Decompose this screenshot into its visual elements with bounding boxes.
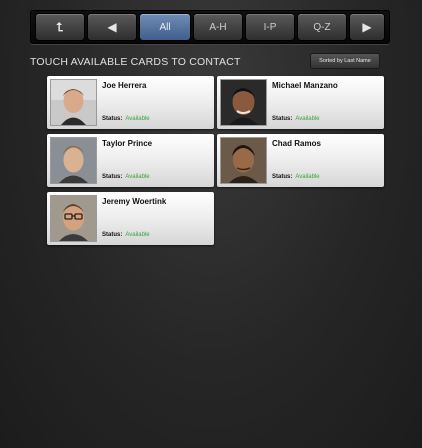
contact-card-taylor-prince[interactable]: Taylor Prince Status: Available [47, 134, 214, 187]
avatar [50, 79, 97, 126]
contact-status: Status: Available [102, 174, 150, 180]
sort-label: Sorted by Last Name [319, 58, 371, 64]
next-page-button[interactable]: ▶ [350, 14, 384, 40]
sort-indicator[interactable]: Sorted by Last Name [311, 54, 379, 68]
avatar [220, 79, 267, 126]
avatar [50, 137, 97, 184]
arrow-left-icon: ◀ [107, 20, 117, 34]
contact-status: Status: Available [102, 116, 150, 122]
contact-status: Status: Available [272, 174, 320, 180]
contact-name: Jeremy Woertink [102, 197, 167, 206]
contact-status: Status: Available [272, 116, 320, 122]
status-label: Status: [272, 116, 293, 122]
filter-toolbar: ⮤ ◀ All A-H I-P Q-Z ▶ [30, 10, 390, 44]
contact-card-michael-manzano[interactable]: Michael Manzano Status: Available [217, 76, 384, 129]
back-arrow-icon: ⮤ [56, 20, 64, 34]
status-label: Status: [272, 174, 293, 180]
status-value: Available [295, 174, 320, 180]
filter-tab-i-p[interactable]: I-P [246, 14, 294, 40]
status-label: Status: [102, 116, 123, 122]
avatar [50, 195, 97, 242]
contact-card-jeremy-woertink[interactable]: Jeremy Woertink Status: Available [47, 192, 214, 245]
filter-tab-q-z[interactable]: Q-Z [298, 14, 346, 40]
status-value: Available [125, 232, 150, 238]
previous-page-button[interactable]: ◀ [88, 14, 136, 40]
contact-name: Taylor Prince [102, 139, 153, 148]
contact-card-chad-ramos[interactable]: Chad Ramos Status: Available [217, 134, 384, 187]
contact-card-joe-herrera[interactable]: Joe Herrera Status: Available [47, 76, 214, 129]
avatar [220, 137, 267, 184]
filter-tab-a-h[interactable]: A-H [194, 14, 242, 40]
contacts-app: ⮤ ◀ All A-H I-P Q-Z ▶ TOUCH AVAILABLE CA… [0, 0, 422, 448]
filter-tab-label: I-P [263, 21, 277, 33]
contact-status: Status: Available [102, 232, 150, 238]
arrow-right-icon: ▶ [362, 20, 372, 34]
status-value: Available [125, 116, 150, 122]
filter-tab-label: All [159, 21, 171, 33]
contact-name: Michael Manzano [272, 81, 338, 90]
contact-name: Chad Ramos [272, 139, 321, 148]
filter-tab-label: A-H [209, 21, 227, 33]
status-value: Available [125, 174, 150, 180]
status-label: Status: [102, 232, 123, 238]
status-value: Available [295, 116, 320, 122]
contact-name: Joe Herrera [102, 81, 147, 90]
instruction-text: TOUCH AVAILABLE CARDS TO CONTACT [30, 56, 241, 68]
status-label: Status: [102, 174, 123, 180]
back-button[interactable]: ⮤ [36, 14, 84, 40]
filter-tab-all[interactable]: All [140, 14, 190, 40]
filter-tab-label: Q-Z [313, 21, 331, 33]
